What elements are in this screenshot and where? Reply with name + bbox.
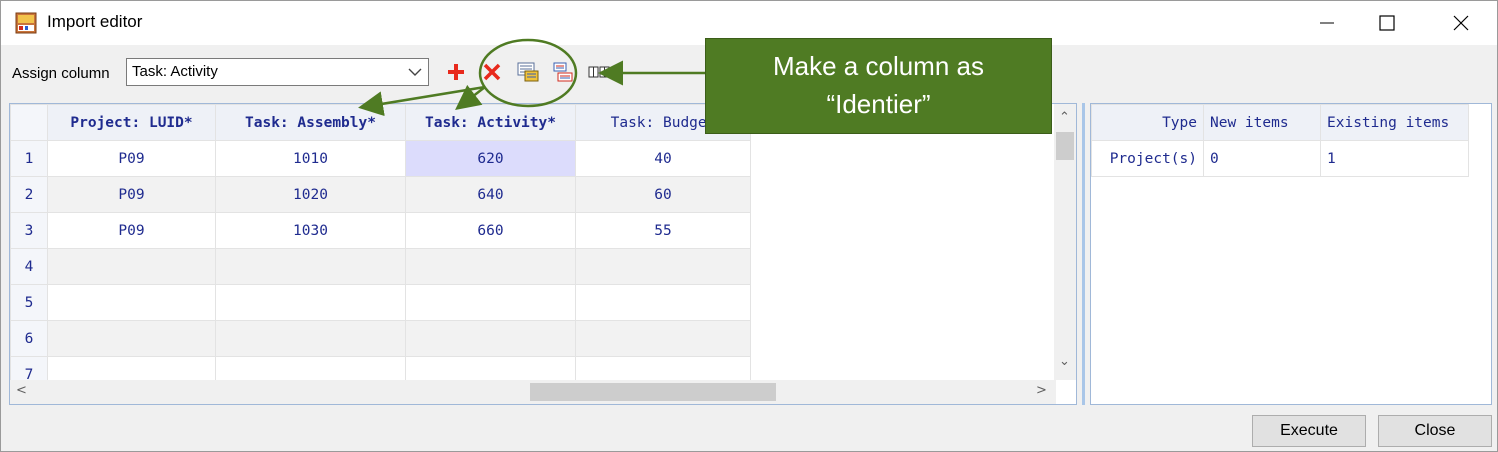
callout-line-2: “Identier” xyxy=(826,89,931,119)
summary-type: Project(s) xyxy=(1091,140,1204,177)
table-row[interactable]: 6 xyxy=(10,320,751,357)
summary-header[interactable]: New items xyxy=(1203,104,1321,141)
table-row[interactable]: 3 P09 1030 660 55 xyxy=(10,212,751,249)
grid-cell[interactable]: 1030 xyxy=(215,212,406,249)
grid-cell[interactable]: P09 xyxy=(47,212,216,249)
grid-cell[interactable] xyxy=(215,248,406,285)
summary-grid[interactable]: Type New items Existing items Project(s)… xyxy=(1090,103,1492,405)
grid-cell[interactable] xyxy=(405,320,576,357)
grid-cell[interactable] xyxy=(575,320,751,357)
split-columns-button[interactable] xyxy=(586,59,612,85)
app-icon xyxy=(15,12,37,34)
assign-column-select[interactable]: Task: Activity xyxy=(126,58,429,86)
row-number[interactable]: 3 xyxy=(10,212,48,249)
summary-new-items: 0 xyxy=(1203,140,1321,177)
minimize-icon xyxy=(1320,22,1334,24)
grid-cell[interactable]: 620 xyxy=(405,140,576,177)
split-columns-icon xyxy=(588,66,610,78)
grid-cell[interactable] xyxy=(47,320,216,357)
table-row[interactable]: 1 P09 1010 620 40 xyxy=(10,140,751,177)
grid-cell[interactable]: 660 xyxy=(405,212,576,249)
table-row[interactable]: 2 P09 1020 640 60 xyxy=(10,176,751,213)
vertical-scrollbar[interactable]: ⌃ ⌄ xyxy=(1054,104,1076,380)
execute-button[interactable]: Execute xyxy=(1252,415,1366,447)
import-editor-window: Import editor Assign column Task: Activi… xyxy=(0,0,1498,452)
column-header[interactable]: Task: Activity* xyxy=(405,104,576,141)
grid-cell[interactable] xyxy=(47,284,216,321)
identifier-icon xyxy=(517,62,539,82)
import-table: Project: LUID* Task: Assembly* Task: Act… xyxy=(10,104,751,393)
summary-row[interactable]: Project(s) 0 1 xyxy=(1091,140,1469,177)
grid-cell[interactable]: 55 xyxy=(575,212,751,249)
callout-line-1: Make a column as xyxy=(773,51,984,81)
grid-cell[interactable] xyxy=(405,284,576,321)
assign-column-label: Assign column xyxy=(12,65,110,82)
delete-column-button[interactable] xyxy=(479,59,505,85)
horizontal-scroll-thumb[interactable] xyxy=(530,383,776,401)
scroll-down-icon[interactable]: ⌄ xyxy=(1059,354,1070,369)
table-row[interactable]: 4 xyxy=(10,248,751,285)
horizontal-scrollbar[interactable]: < > xyxy=(10,380,1056,404)
grid-cell[interactable]: P09 xyxy=(47,140,216,177)
add-column-button[interactable] xyxy=(443,59,469,85)
scroll-up-icon[interactable]: ⌃ xyxy=(1059,110,1070,125)
grid-cell[interactable] xyxy=(47,248,216,285)
delete-column-icon xyxy=(483,63,501,81)
column-header[interactable]: Task: Assembly* xyxy=(215,104,406,141)
vertical-scroll-thumb[interactable] xyxy=(1056,132,1074,160)
scroll-left-icon[interactable]: < xyxy=(16,383,27,398)
minimize-button[interactable] xyxy=(1297,1,1357,45)
row-number-header[interactable] xyxy=(10,104,48,141)
row-number[interactable]: 5 xyxy=(10,284,48,321)
grid-cell[interactable]: 640 xyxy=(405,176,576,213)
column-header[interactable]: Project: LUID* xyxy=(47,104,216,141)
chevron-down-icon xyxy=(408,68,422,76)
close-button[interactable]: Close xyxy=(1378,415,1492,447)
row-number[interactable]: 1 xyxy=(10,140,48,177)
assign-column-value: Task: Activity xyxy=(132,63,218,80)
grid-cell[interactable]: P09 xyxy=(47,176,216,213)
grid-cell[interactable]: 1020 xyxy=(215,176,406,213)
import-data-grid[interactable]: Project: LUID* Task: Assembly* Task: Act… xyxy=(9,103,1077,405)
grid-cell[interactable]: 60 xyxy=(575,176,751,213)
window-title: Import editor xyxy=(47,12,143,31)
set-identifier-button[interactable] xyxy=(515,59,541,85)
grid-cell[interactable] xyxy=(405,248,576,285)
grid-cell[interactable] xyxy=(575,248,751,285)
identifier-callout: Make a column as “Identier” xyxy=(705,38,1052,134)
maximize-icon xyxy=(1379,15,1395,31)
table-row[interactable]: 5 xyxy=(10,284,751,321)
mapping-button[interactable] xyxy=(550,59,576,85)
row-number[interactable]: 6 xyxy=(10,320,48,357)
mapping-icon xyxy=(553,62,573,82)
grid-cell[interactable] xyxy=(575,284,751,321)
add-column-icon xyxy=(448,64,464,80)
scroll-right-icon[interactable]: > xyxy=(1036,383,1047,398)
grid-cell[interactable] xyxy=(215,320,406,357)
grid-cell[interactable]: 40 xyxy=(575,140,751,177)
maximize-button[interactable] xyxy=(1357,1,1417,45)
row-number[interactable]: 2 xyxy=(10,176,48,213)
summary-existing-items: 1 xyxy=(1320,140,1469,177)
summary-header[interactable]: Existing items xyxy=(1320,104,1469,141)
row-number[interactable]: 4 xyxy=(10,248,48,285)
grid-cell[interactable]: 1010 xyxy=(215,140,406,177)
summary-header[interactable]: Type xyxy=(1091,104,1204,141)
close-window-button[interactable] xyxy=(1431,1,1491,45)
grid-cell[interactable] xyxy=(215,284,406,321)
close-icon xyxy=(1453,15,1469,31)
summary-table: Type New items Existing items Project(s)… xyxy=(1091,104,1469,177)
panel-splitter[interactable] xyxy=(1082,103,1085,405)
